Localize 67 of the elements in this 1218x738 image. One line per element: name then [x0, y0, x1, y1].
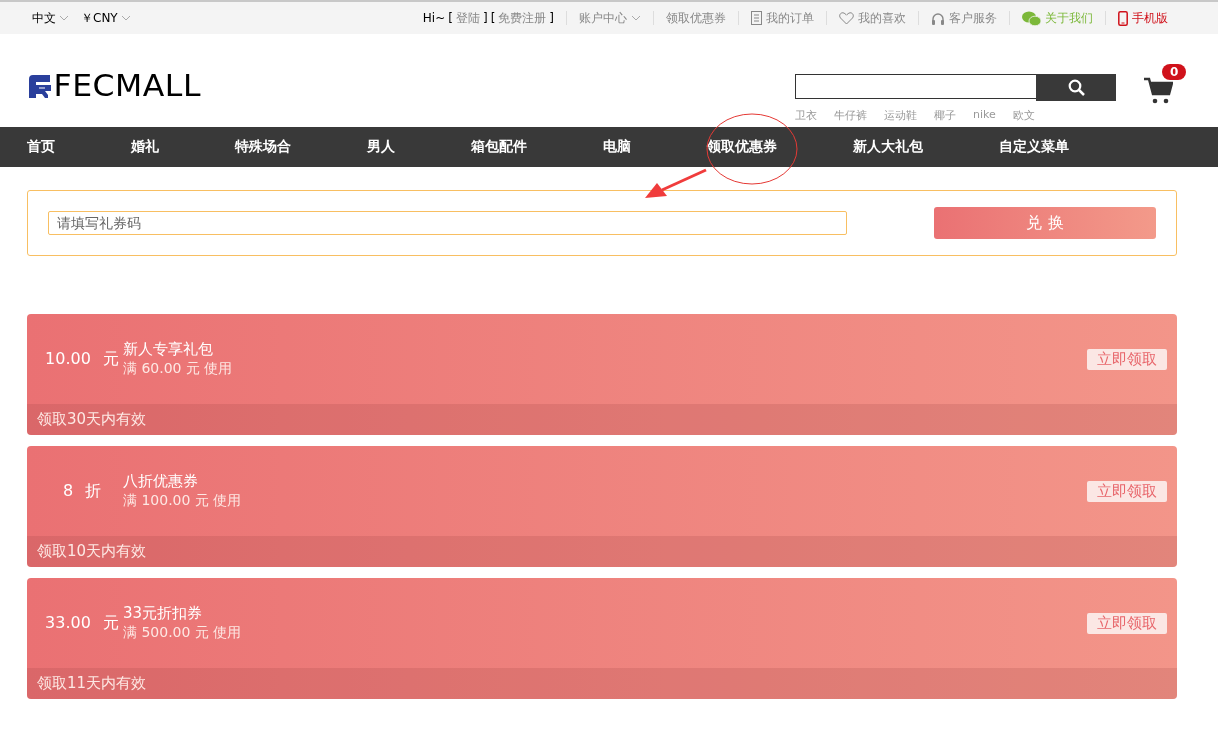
bracket-text: ]	[482, 11, 488, 25]
nav-link[interactable]: 领取优惠券	[707, 138, 777, 156]
top-bar-link[interactable]: 手机版	[1132, 9, 1168, 27]
coupon-condition: 满 500.00 元 使用	[123, 624, 242, 642]
headset-icon	[931, 11, 945, 25]
currency-selector[interactable]: ￥CNY	[81, 9, 118, 27]
coupon-amount: 33.00	[45, 612, 91, 634]
hot-search-link[interactable]: 欧文	[1012, 108, 1035, 123]
chat-icon	[1022, 10, 1041, 26]
cart-icon[interactable]	[1143, 75, 1173, 105]
nav-link[interactable]: 婚礼	[131, 138, 159, 156]
coupon-validity: 领取30天内有效	[27, 404, 1177, 435]
hot-search-link[interactable]: 牛仔裤	[834, 108, 867, 123]
coupon-code-field[interactable]: 请填写礼券码	[48, 211, 847, 235]
coupon-unit: 元	[102, 612, 119, 634]
document-icon	[751, 11, 762, 25]
bracket-text: ]	[549, 11, 554, 25]
logo-text: FECMALL	[53, 71, 201, 101]
logo-icon	[27, 73, 53, 99]
bracket-text: [	[448, 11, 453, 25]
annotation-arrow	[645, 168, 707, 198]
hot-search-link[interactable]: 椰子	[934, 108, 956, 123]
phone-icon	[1118, 10, 1128, 26]
redeem-button[interactable]: 兑 换	[934, 207, 1156, 239]
coupon-amount: 8	[62, 480, 74, 502]
coupon-unit: 元	[102, 348, 119, 370]
hot-search-link[interactable]: nike	[973, 108, 996, 123]
search-icon	[1067, 79, 1085, 96]
top-bar-link[interactable]: 我的订单	[766, 9, 814, 27]
language-selector[interactable]: 中文	[32, 9, 56, 27]
coupon-validity: 领取11天内有效	[27, 668, 1177, 699]
hot-search-link[interactable]: 运动鞋	[884, 108, 917, 123]
coupon-amount: 10.00	[45, 348, 91, 370]
search-field[interactable]	[795, 74, 1036, 99]
search-button[interactable]	[1036, 74, 1116, 101]
coupon-title: 33元折扣券	[123, 604, 204, 623]
nav-link[interactable]: 新人大礼包	[853, 138, 923, 156]
coupon-title: 八折优惠券	[123, 472, 199, 491]
coupon-title: 新人专享礼包	[123, 340, 214, 359]
coupon-unit: 折	[85, 480, 102, 502]
cart-count-badge: 0	[1162, 64, 1187, 80]
nav-link[interactable]: 特殊场合	[235, 138, 291, 156]
claim-button[interactable]: 立即领取	[1087, 348, 1167, 370]
top-bar-link[interactable]: 客户服务	[949, 9, 997, 27]
heart-icon	[839, 11, 854, 25]
chevron-down-icon	[120, 15, 131, 21]
claim-button[interactable]: 立即领取	[1087, 480, 1167, 502]
hot-search-link[interactable]: 卫衣	[795, 108, 817, 123]
nav-link[interactable]: 男人	[367, 138, 395, 156]
top-bar-link[interactable]: 领取优惠券	[666, 9, 726, 27]
nav-link[interactable]: 电脑	[603, 138, 631, 156]
login-link[interactable]: 登陆	[455, 9, 480, 27]
coupon-condition: 满 60.00 元 使用	[123, 360, 233, 378]
nav-link[interactable]: 自定义菜单	[999, 138, 1069, 156]
nav-link[interactable]: 箱包配件	[471, 138, 527, 156]
top-bar-link[interactable]: 我的喜欢	[858, 9, 906, 27]
register-link[interactable]: 免费注册	[498, 9, 547, 27]
chevron-down-icon	[631, 15, 641, 21]
coupon-condition: 满 100.00 元 使用	[123, 492, 242, 510]
chevron-down-icon	[59, 15, 69, 21]
top-bar-link[interactable]: 账户中心	[579, 9, 627, 27]
nav-link[interactable]: 首页	[27, 138, 55, 156]
greeting-text: Hi~	[422, 11, 446, 25]
top-bar-link[interactable]: 关于我们	[1045, 9, 1093, 27]
coupon-validity: 领取10天内有效	[27, 536, 1177, 567]
claim-button[interactable]: 立即领取	[1087, 612, 1167, 634]
bracket-text: [	[490, 11, 496, 25]
